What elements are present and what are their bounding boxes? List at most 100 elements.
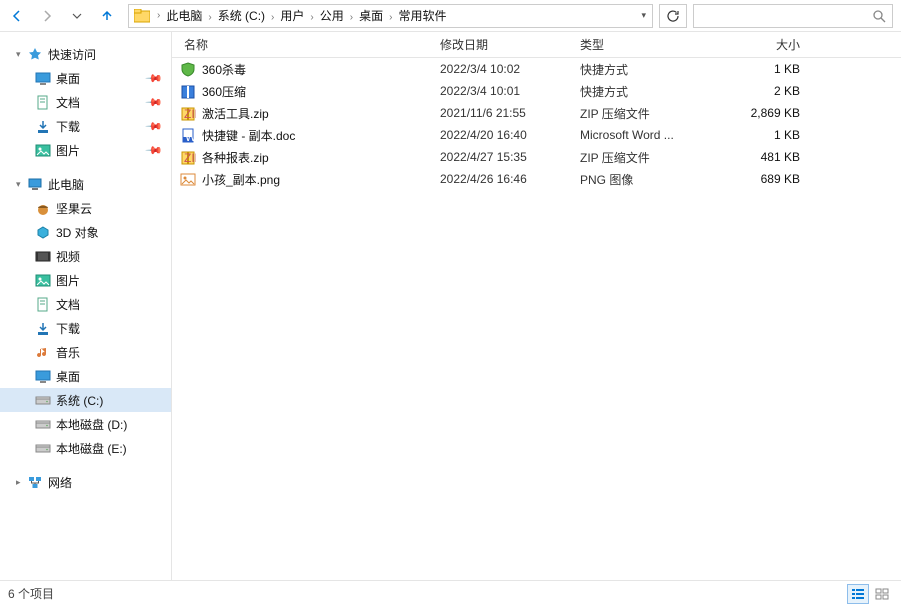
file-name: 360压缩	[202, 83, 246, 100]
zip360-icon	[180, 83, 196, 99]
column-name[interactable]: 名称	[172, 36, 428, 53]
tree-item-[interactable]: 桌面📌	[0, 66, 171, 90]
chevron-right-icon[interactable]: ›	[348, 12, 355, 23]
tree-label: 文档	[56, 94, 80, 111]
drive-icon	[34, 416, 52, 432]
tree-label: 文档	[56, 296, 80, 313]
tree-item-[interactable]: 音乐	[0, 340, 171, 364]
column-type[interactable]: 类型	[568, 36, 708, 53]
tree-label: 图片	[56, 142, 80, 159]
star-icon	[26, 46, 44, 62]
chevron-right-icon[interactable]: ›	[308, 12, 315, 23]
tree-item-[interactable]: 下载📌	[0, 114, 171, 138]
tree-label: 本地磁盘 (E:)	[56, 440, 127, 457]
desktop-icon	[34, 368, 52, 384]
details-view-button[interactable]	[847, 584, 869, 604]
svg-text:ZIP: ZIP	[184, 151, 196, 165]
tree-label: 桌面	[56, 368, 80, 385]
tree-item-[interactable]: 图片 📌	[0, 138, 171, 162]
nut-icon	[34, 200, 52, 216]
tree-item-[interactable]: ▾ 此电脑	[0, 172, 171, 196]
tree-label: 系统 (C:)	[56, 392, 103, 409]
column-headers: 名称 修改日期 类型 大小	[172, 32, 901, 58]
3d-icon	[34, 224, 52, 240]
file-size: 2,869 KB	[708, 106, 818, 120]
doc-icon: W	[180, 127, 196, 143]
downloads-icon	[34, 320, 52, 336]
file-row[interactable]: W快捷键 - 副本.doc2022/4/20 16:40Microsoft Wo…	[172, 124, 901, 146]
drive-icon	[34, 392, 52, 408]
tree-item-[interactable]: ▾ 快速访问	[0, 42, 171, 66]
tree-label: 此电脑	[48, 176, 84, 193]
breadcrumb-item[interactable]: 此电脑	[162, 9, 206, 23]
tree-item-[interactable]: 下载	[0, 316, 171, 340]
breadcrumb-item[interactable]: 桌面	[355, 9, 387, 23]
tree-item-3D[interactable]: 3D 对象	[0, 220, 171, 244]
file-row[interactable]: 360压缩2022/3/4 10:01快捷方式2 KB	[172, 80, 901, 102]
tree-label: 下载	[56, 320, 80, 337]
file-list: 名称 修改日期 类型 大小 360杀毒2022/3/4 10:02快捷方式1 K…	[172, 32, 901, 580]
tree-label: 视频	[56, 248, 80, 265]
tree-item-[interactable]: 坚果云	[0, 196, 171, 220]
tree-item-[interactable]: ▸ 网络	[0, 470, 171, 494]
file-type: 快捷方式	[568, 61, 708, 78]
tree-item-C[interactable]: 系统 (C:)	[0, 388, 171, 412]
file-type: PNG 图像	[568, 171, 708, 188]
file-row[interactable]: 小孩_副本.png2022/4/26 16:46PNG 图像689 KB	[172, 168, 901, 190]
tree-label: 网络	[48, 474, 72, 491]
file-size: 2 KB	[708, 84, 818, 98]
expand-icon[interactable]: ▾	[16, 179, 26, 190]
status-bar: 6 个项目	[0, 580, 901, 606]
refresh-button[interactable]	[659, 4, 687, 28]
breadcrumb-item[interactable]: 公用	[316, 9, 348, 23]
column-size[interactable]: 大小	[708, 36, 818, 53]
tree-label: 桌面	[56, 70, 80, 87]
file-name: 激活工具.zip	[202, 105, 269, 122]
tree-item-[interactable]: 图片	[0, 268, 171, 292]
search-input[interactable]	[693, 4, 893, 28]
breadcrumb[interactable]: › 此电脑›系统 (C:)›用户›公用›桌面›常用软件 ▾	[128, 4, 653, 28]
breadcrumb-item[interactable]: 用户	[276, 9, 308, 23]
folder-icon	[133, 7, 151, 25]
pc-icon	[26, 176, 44, 192]
file-type: ZIP 压缩文件	[568, 149, 708, 166]
forward-button[interactable]	[36, 5, 58, 27]
tree-label: 音乐	[56, 344, 80, 361]
chevron-right-icon[interactable]: ›	[155, 10, 162, 21]
tree-label: 坚果云	[56, 200, 92, 217]
recent-locations-button[interactable]	[66, 5, 88, 27]
tree-item-[interactable]: 文档	[0, 292, 171, 316]
pictures-icon	[34, 272, 52, 288]
tree-item-[interactable]: 文档📌	[0, 90, 171, 114]
thumbnails-view-button[interactable]	[871, 584, 893, 604]
up-button[interactable]	[96, 5, 118, 27]
desktop-icon	[34, 70, 52, 86]
tree-label: 3D 对象	[56, 224, 99, 241]
breadcrumb-dropdown[interactable]: ▾	[635, 10, 652, 21]
drive-icon	[34, 440, 52, 456]
back-button[interactable]	[6, 5, 28, 27]
file-size: 689 KB	[708, 172, 818, 186]
expand-icon[interactable]: ▸	[16, 477, 26, 488]
file-size: 481 KB	[708, 150, 818, 164]
file-row[interactable]: 360杀毒2022/3/4 10:02快捷方式1 KB	[172, 58, 901, 80]
file-size: 1 KB	[708, 128, 818, 142]
tree-label: 快速访问	[48, 46, 96, 63]
tree-item-[interactable]: 桌面	[0, 364, 171, 388]
column-date[interactable]: 修改日期	[428, 36, 568, 53]
breadcrumb-item[interactable]: 系统 (C:)	[214, 9, 269, 23]
navigation-pane[interactable]: ▾快速访问桌面📌文档📌下载📌图片📌▾此电脑坚果云3D 对象视频图片文档下载音乐桌…	[0, 32, 172, 580]
file-type: Microsoft Word ...	[568, 128, 708, 142]
tree-item-D[interactable]: 本地磁盘 (D:)	[0, 412, 171, 436]
file-row[interactable]: ZIP各种报表.zip2022/4/27 15:35ZIP 压缩文件481 KB	[172, 146, 901, 168]
file-row[interactable]: ZIP激活工具.zip2021/11/6 21:55ZIP 压缩文件2,869 …	[172, 102, 901, 124]
expand-icon[interactable]: ▾	[16, 49, 26, 60]
breadcrumb-item[interactable]: 常用软件	[394, 9, 450, 23]
pin-icon: 📌	[145, 141, 164, 160]
tree-item-[interactable]: 视频	[0, 244, 171, 268]
address-bar: › 此电脑›系统 (C:)›用户›公用›桌面›常用软件 ▾	[0, 0, 901, 32]
svg-text:W: W	[185, 130, 196, 143]
chevron-right-icon[interactable]: ›	[206, 12, 213, 23]
tree-item-E[interactable]: 本地磁盘 (E:)	[0, 436, 171, 460]
documents-icon	[34, 296, 52, 312]
